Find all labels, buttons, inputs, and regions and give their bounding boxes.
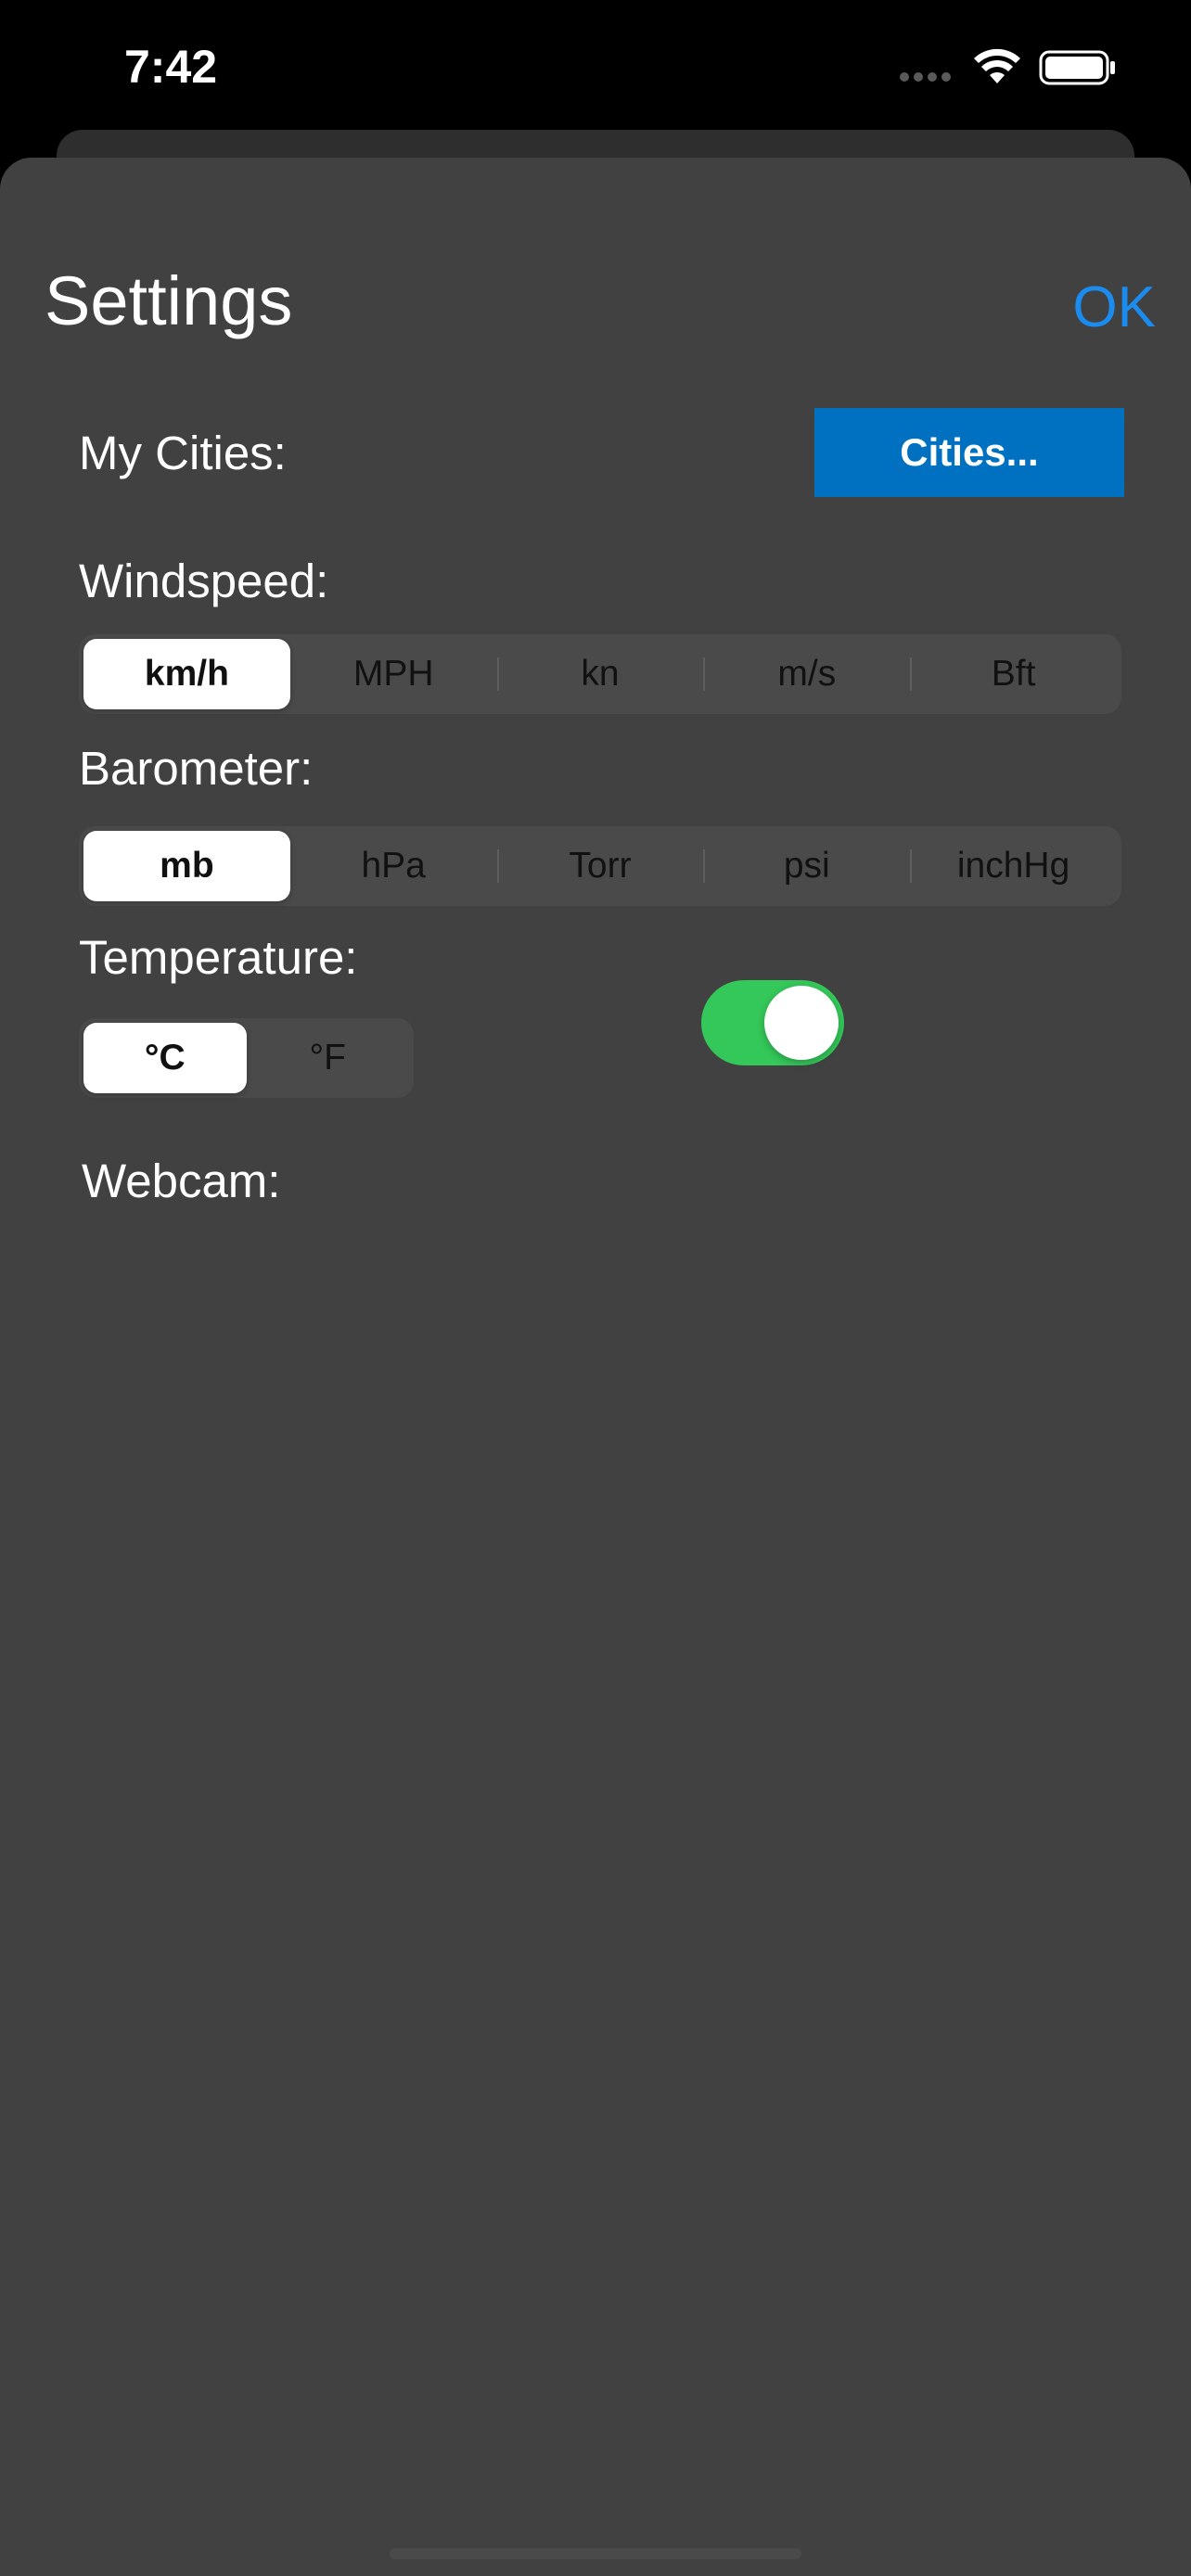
barometer-option-mb[interactable]: mb: [83, 831, 290, 901]
barometer-option-torr[interactable]: Torr: [496, 831, 704, 901]
cities-button[interactable]: Cities...: [814, 408, 1124, 497]
phone-screen: 7:42 Settings OK My Cities: Cities... Wi…: [0, 0, 1191, 2576]
home-indicator: [390, 2548, 801, 2559]
windspeed-option-bft[interactable]: Bft: [910, 639, 1117, 709]
wifi-icon: [974, 48, 1020, 83]
barometer-label: Barometer:: [79, 742, 314, 795]
windspeed-option-kn[interactable]: kn: [496, 639, 704, 709]
toggle-knob: [764, 986, 839, 1060]
barometer-option-inchhg[interactable]: inchHg: [910, 831, 1117, 901]
temperature-segmented-control: °C °F: [79, 1018, 414, 1098]
windspeed-segmented-control: km/h MPH kn m/s Bft: [79, 634, 1121, 714]
webcam-label: Webcam:: [82, 1154, 281, 1207]
temperature-label: Temperature:: [79, 931, 358, 984]
settings-sheet: Settings OK My Cities: Cities... Windspe…: [0, 158, 1191, 2576]
temperature-option-fahrenheit[interactable]: °F: [247, 1023, 410, 1093]
ok-button[interactable]: OK: [1072, 271, 1156, 345]
windspeed-label: Windspeed:: [79, 555, 329, 607]
webcam-toggle[interactable]: [701, 980, 844, 1065]
status-time: 7:42: [124, 41, 218, 93]
battery-full-icon: [1039, 50, 1115, 85]
temperature-option-celsius[interactable]: °C: [83, 1023, 247, 1093]
barometer-option-psi[interactable]: psi: [703, 831, 910, 901]
my-cities-label: My Cities:: [79, 427, 287, 479]
cellular-dots-icon: [900, 72, 951, 82]
windspeed-option-ms[interactable]: m/s: [703, 639, 910, 709]
windspeed-option-kmh[interactable]: km/h: [83, 639, 290, 709]
barometer-segmented-control: mb hPa Torr psi inchHg: [79, 826, 1121, 906]
barometer-option-hpa[interactable]: hPa: [290, 831, 497, 901]
page-title: Settings: [45, 262, 293, 339]
windspeed-option-mph[interactable]: MPH: [290, 639, 497, 709]
